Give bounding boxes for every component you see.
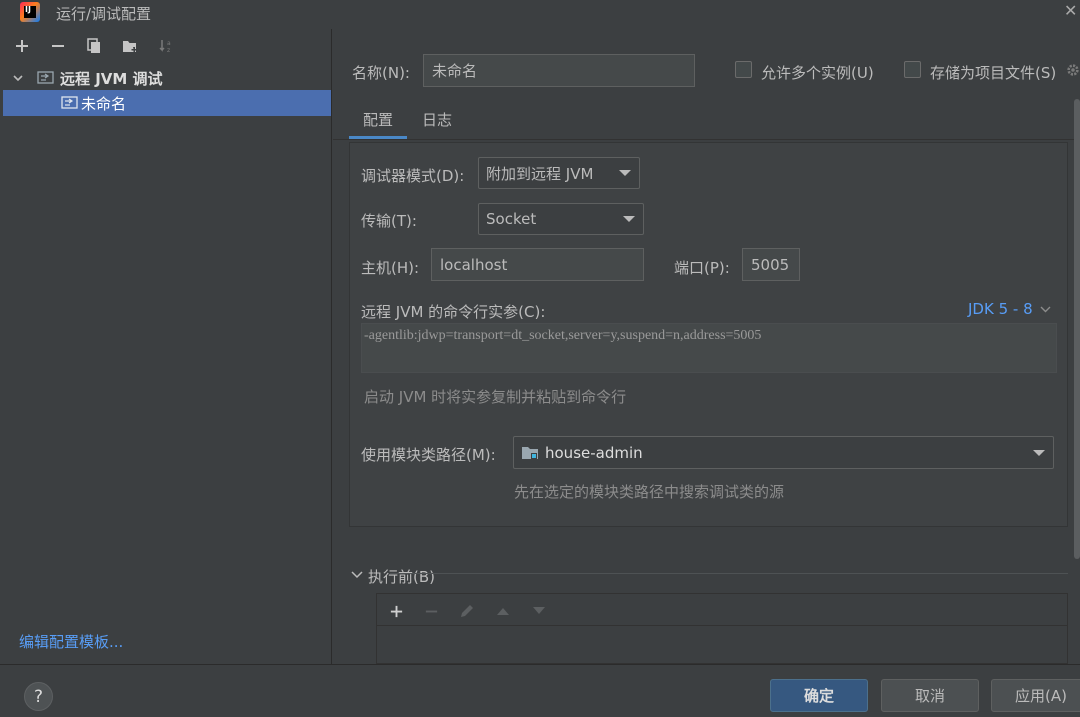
cmdline-args-label: 远程 JVM 的命令行实参(C):	[361, 303, 546, 321]
gear-icon[interactable]	[1066, 62, 1080, 78]
cancel-button[interactable]: 取消	[881, 679, 979, 712]
chevron-down-icon	[1040, 306, 1051, 313]
host-input[interactable]: localhost	[431, 248, 644, 281]
remove-task-icon[interactable]	[421, 601, 441, 621]
jdk-version-label: JDK 5 - 8	[968, 300, 1033, 318]
before-launch-toolbar-divider	[377, 625, 1067, 626]
transport-select[interactable]: Socket	[478, 203, 644, 235]
debugger-mode-value: 附加到远程 JVM	[486, 164, 594, 183]
add-icon[interactable]	[11, 35, 33, 57]
copy-icon[interactable]	[83, 35, 105, 57]
intellij-logo-icon: IJ	[20, 2, 40, 22]
name-label: 名称(N):	[352, 64, 410, 82]
tree-item-unnamed[interactable]: 未命名	[3, 90, 331, 116]
module-classpath-value: house-admin	[545, 443, 643, 462]
title-bar	[0, 0, 1080, 28]
tree-item-remote-jvm-debug[interactable]: 远程 JVM 调试	[3, 65, 331, 91]
store-as-file-label: 存储为项目文件(S)	[930, 64, 1057, 82]
jdk-version-selector[interactable]: JDK 5 - 8	[968, 300, 1051, 318]
chevron-down-icon	[619, 170, 631, 176]
svg-text:z: z	[167, 47, 170, 54]
cmdline-args-hint: 启动 JVM 时将实参复制并粘贴到命令行	[364, 388, 627, 406]
port-label: 端口(P):	[674, 259, 730, 277]
sort-icon[interactable]: az	[155, 35, 177, 57]
apply-button[interactable]: 应用(A)	[991, 679, 1080, 712]
module-folder-icon	[522, 446, 538, 459]
configurations-sidebar: az 远程 JVM 调试 未命名 编辑配置模板...	[0, 29, 332, 664]
remove-icon[interactable]	[47, 35, 69, 57]
add-task-icon[interactable]	[386, 601, 406, 621]
tree-item-label: 远程 JVM 调试	[60, 69, 163, 88]
chevron-down-icon[interactable]	[11, 71, 25, 85]
port-input[interactable]: 5005	[742, 248, 800, 281]
remote-debug-icon	[61, 95, 78, 109]
move-up-icon[interactable]	[493, 601, 513, 621]
tabs-divider	[333, 139, 1080, 140]
move-down-icon[interactable]	[529, 601, 549, 621]
edit-task-icon[interactable]	[457, 601, 477, 621]
chevron-down-icon[interactable]	[351, 570, 363, 580]
store-as-file-checkbox[interactable]	[904, 61, 921, 78]
chevron-down-icon	[623, 216, 635, 222]
configuration-editor: 名称(N): 未命名 允许多个实例(U) 存储为项目文件(S) 配置 日志 调试…	[333, 29, 1080, 664]
transport-value: Socket	[486, 210, 537, 228]
host-label: 主机(H):	[361, 259, 420, 277]
window-title: 运行/调试配置	[56, 5, 152, 23]
before-launch-divider	[390, 573, 1068, 574]
svg-text:a: a	[167, 40, 171, 47]
module-classpath-select[interactable]: house-admin	[513, 436, 1054, 469]
chevron-down-icon	[1033, 449, 1045, 456]
before-launch-list	[376, 593, 1068, 664]
allow-parallel-checkbox[interactable]	[735, 61, 752, 78]
help-button[interactable]: ?	[24, 682, 53, 711]
before-launch-label[interactable]: 执行前(B)	[368, 566, 435, 587]
debugger-mode-label: 调试器模式(D):	[361, 167, 465, 185]
scrollbar[interactable]	[1074, 99, 1080, 559]
tree-item-label: 未命名	[81, 94, 127, 113]
name-input[interactable]: 未命名	[423, 54, 695, 87]
new-folder-icon[interactable]	[119, 35, 141, 57]
allow-parallel-label: 允许多个实例(U)	[761, 64, 874, 82]
tab-logs[interactable]: 日志	[422, 109, 452, 130]
debugger-mode-select[interactable]: 附加到远程 JVM	[478, 157, 640, 189]
module-classpath-label: 使用模块类路径(M):	[361, 446, 496, 464]
transport-label: 传输(T):	[361, 212, 417, 230]
ok-button[interactable]: 确定	[770, 679, 868, 712]
remote-debug-icon	[37, 70, 54, 84]
close-icon[interactable]: ✕	[1064, 1, 1077, 20]
tab-configuration[interactable]: 配置	[363, 109, 393, 130]
module-classpath-hint: 先在选定的模块类路径中搜索调试类的源	[514, 483, 785, 501]
edit-templates-link[interactable]: 编辑配置模板...	[19, 631, 123, 652]
cmdline-args-field[interactable]: -agentlib:jdwp=transport=dt_socket,serve…	[361, 323, 1057, 373]
